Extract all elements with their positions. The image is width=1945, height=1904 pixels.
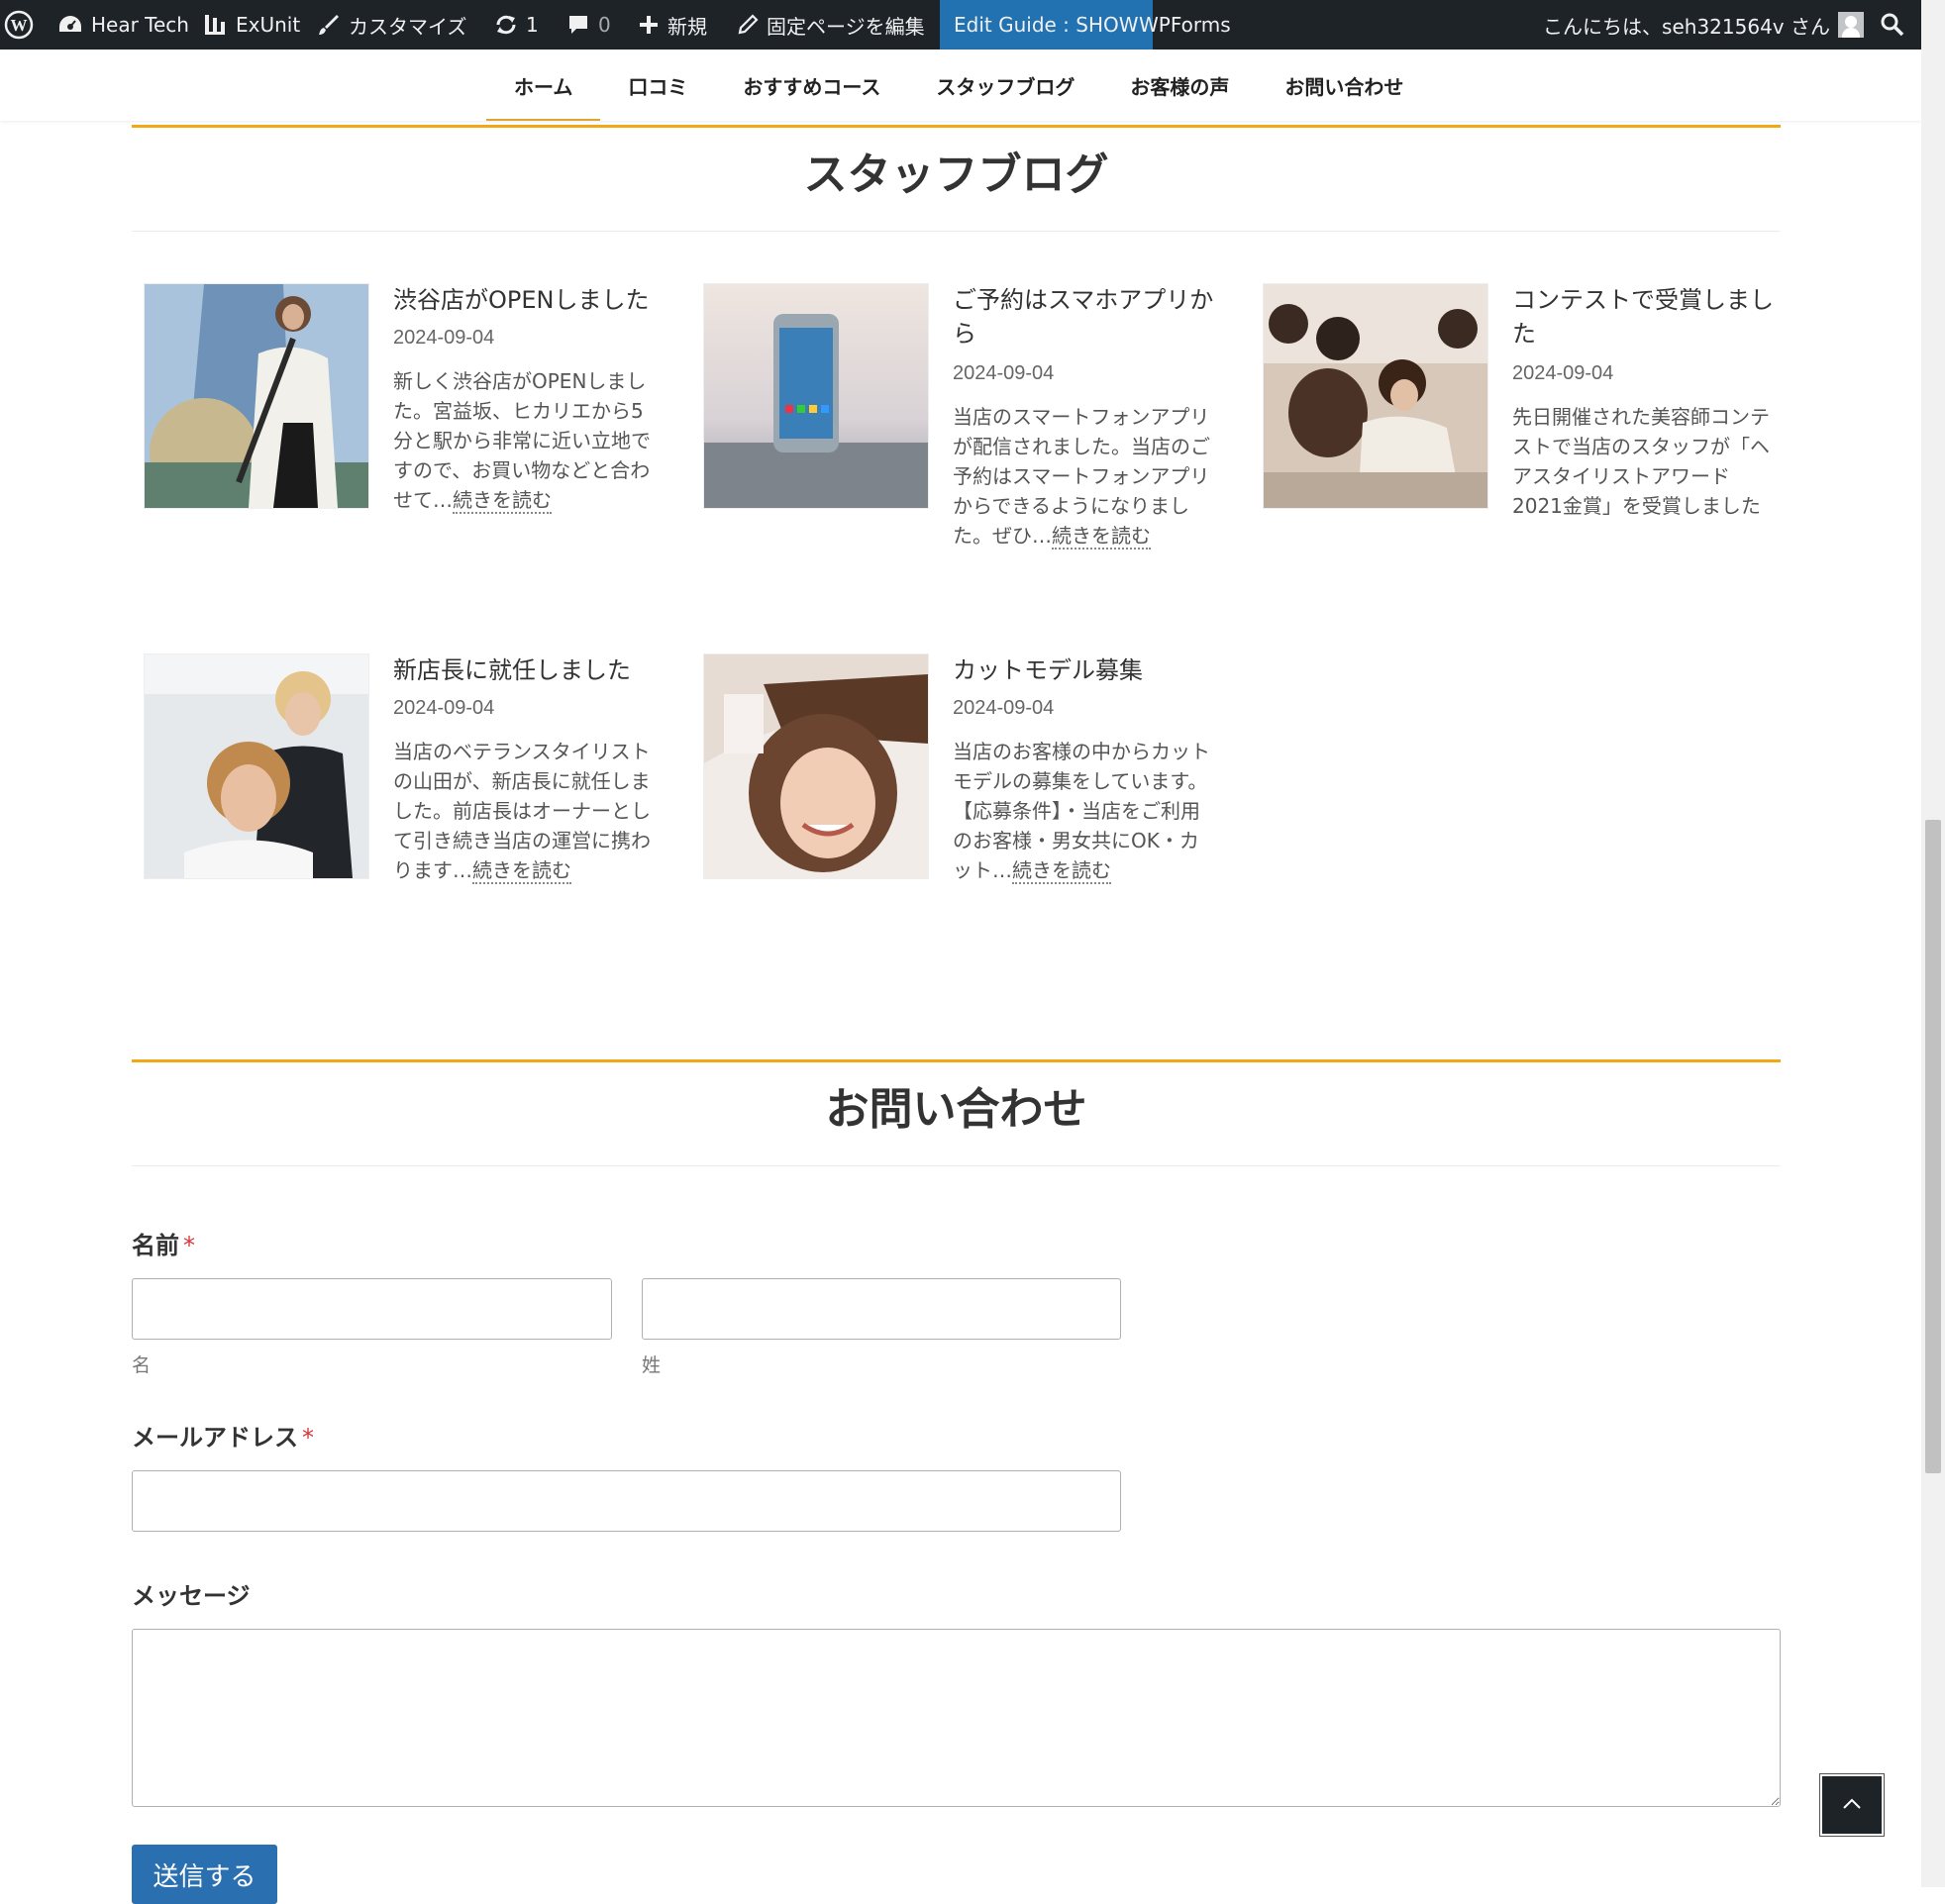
updates-link[interactable]: 1 bbox=[494, 0, 539, 50]
nav-item-staff-blog[interactable]: スタッフブログ bbox=[908, 50, 1102, 121]
email-input[interactable] bbox=[132, 1470, 1121, 1532]
post-title[interactable]: 新店長に就任しました bbox=[393, 653, 661, 687]
name-label-text: 名前 bbox=[132, 1232, 179, 1259]
new-label: 新規 bbox=[667, 14, 707, 39]
post-date: 2024-09-04 bbox=[953, 362, 1055, 384]
customize-label: カスタマイズ bbox=[349, 14, 467, 39]
page-scrollbar[interactable] bbox=[1921, 0, 1945, 1887]
exunit-icon bbox=[202, 12, 228, 38]
wpforms-label: WPForms bbox=[1139, 13, 1231, 37]
pencil-icon bbox=[737, 14, 759, 36]
staff-blog-section-header: スタッフブログ bbox=[132, 125, 1781, 232]
post-excerpt: 新しく渋谷店がOPENしました。宮益坂、ヒカリエから5分と駅から非常に近い立地で… bbox=[393, 366, 656, 515]
post-thumbnail[interactable] bbox=[703, 283, 929, 509]
last-name-sublabel: 姓 bbox=[642, 1354, 662, 1376]
post-thumbnail[interactable] bbox=[1263, 283, 1488, 509]
contact-section-header: お問い合わせ bbox=[132, 1059, 1781, 1166]
post-excerpt: 先日開催された美容師コンテストで当店のスタッフが「ヘアスタイリストアワード202… bbox=[1512, 405, 1770, 518]
email-label-text: メールアドレス bbox=[132, 1424, 298, 1452]
first-name-sublabel: 名 bbox=[132, 1354, 152, 1376]
last-name-input[interactable] bbox=[642, 1278, 1121, 1340]
nav-item-reviews[interactable]: 口コミ bbox=[600, 50, 715, 121]
post-title[interactable]: ご予約はスマホアプリから bbox=[953, 283, 1220, 351]
submit-button[interactable]: 送信する bbox=[132, 1845, 277, 1904]
new-content-menu[interactable]: 新規 bbox=[638, 0, 707, 50]
post-date: 2024-09-04 bbox=[1512, 362, 1614, 384]
contact-heading: お問い合わせ bbox=[825, 1084, 1087, 1135]
name-label: 名前 * bbox=[132, 1226, 195, 1260]
post-title[interactable]: カットモデル募集 bbox=[953, 653, 1220, 687]
site-name-label: Hear Tech bbox=[91, 13, 189, 37]
chevron-up-icon bbox=[1841, 1796, 1863, 1815]
edit-page-link[interactable]: 固定ページを編集 bbox=[737, 0, 925, 50]
greeting-label: こんにちは、seh321564v さん bbox=[1543, 14, 1830, 39]
blog-card[interactable]: ご予約はスマホアプリから 2024-09-04 当店のスマートフォンアプリが配信… bbox=[691, 283, 1226, 580]
updates-count: 1 bbox=[526, 13, 539, 37]
plus-icon bbox=[638, 14, 660, 36]
post-title[interactable]: コンテストで受賞しました bbox=[1512, 283, 1780, 351]
site-name-menu[interactable]: Hear Tech bbox=[57, 0, 189, 50]
post-date: 2024-09-04 bbox=[953, 697, 1055, 719]
post-excerpt: 当店のベテランスタイリストの山田が、新店長に就任しました。前店長はオーナーとして… bbox=[393, 737, 656, 885]
post-title[interactable]: 渋谷店がOPENしました bbox=[393, 283, 661, 317]
read-more-link[interactable]: 続きを読む bbox=[1052, 524, 1151, 550]
dashboard-icon bbox=[57, 14, 83, 36]
edit-guide-toggle[interactable]: Edit Guide : SHOW bbox=[940, 0, 1153, 50]
email-label: メールアドレス * bbox=[132, 1418, 314, 1453]
customize-link[interactable]: カスタマイズ bbox=[317, 0, 466, 50]
post-excerpt: 当店のお客様の中からカットモデルの募集をしています。【応募条件】・当店をご利用の… bbox=[953, 737, 1215, 885]
wp-logo-menu[interactable]: W bbox=[4, 0, 42, 50]
message-textarea[interactable] bbox=[132, 1629, 1781, 1807]
read-more-link[interactable]: 続きを読む bbox=[472, 858, 571, 884]
read-more-link[interactable]: 続きを読む bbox=[453, 488, 552, 514]
exunit-label: ExUnit bbox=[236, 13, 301, 37]
post-thumbnail[interactable] bbox=[144, 283, 369, 509]
global-nav: ホーム 口コミ おすすめコース スタッフブログ お客様の声 お問い合わせ bbox=[0, 50, 1921, 121]
comments-count: 0 bbox=[598, 13, 611, 37]
page-top-button[interactable] bbox=[1819, 1773, 1885, 1837]
wordpress-icon: W bbox=[4, 10, 34, 40]
refresh-icon bbox=[494, 13, 518, 37]
required-mark: * bbox=[302, 1424, 314, 1452]
post-date: 2024-09-04 bbox=[393, 697, 495, 719]
required-mark: * bbox=[183, 1232, 195, 1259]
comment-icon bbox=[566, 13, 590, 37]
admin-search-button[interactable] bbox=[1880, 0, 1913, 50]
nav-item-customer-voice[interactable]: お客様の声 bbox=[1102, 50, 1257, 121]
first-name-input[interactable] bbox=[132, 1278, 612, 1340]
admin-bar: W Hear Tech ExUnit カスタマイズ 1 0 新規 固定ページを編… bbox=[0, 0, 1921, 50]
svg-text:W: W bbox=[11, 16, 28, 35]
blog-card[interactable]: 新店長に就任しました 2024-09-04 当店のベテランスタイリストの山田が、… bbox=[132, 653, 666, 931]
blog-card[interactable]: カットモデル募集 2024-09-04 当店のお客様の中からカットモデルの募集を… bbox=[691, 653, 1226, 931]
wpforms-menu[interactable]: WPForms bbox=[1139, 0, 1231, 50]
my-account-menu[interactable]: こんにちは、seh321564v さん bbox=[1543, 0, 1864, 50]
nav-item-home[interactable]: ホーム bbox=[486, 50, 601, 121]
post-excerpt: 当店のスマートフォンアプリが配信されました。当店のご予約はスマートフォンアプリか… bbox=[953, 402, 1215, 551]
search-icon bbox=[1880, 12, 1905, 38]
read-more-link[interactable]: 続きを読む bbox=[1012, 858, 1111, 884]
comments-link[interactable]: 0 bbox=[566, 0, 611, 50]
brush-icon bbox=[317, 13, 341, 37]
exunit-menu[interactable]: ExUnit bbox=[202, 0, 300, 50]
post-date: 2024-09-04 bbox=[393, 327, 495, 349]
edit-page-label: 固定ページを編集 bbox=[767, 14, 925, 39]
blog-card[interactable]: コンテストで受賞しました 2024-09-04 先日開催された美容師コンテストで… bbox=[1251, 283, 1786, 560]
blog-card[interactable]: 渋谷店がOPENしました 2024-09-04 新しく渋谷店がOPENしました。… bbox=[132, 283, 666, 560]
edit-guide-label: Edit Guide : SHOW bbox=[954, 13, 1139, 37]
post-thumbnail[interactable] bbox=[703, 653, 929, 879]
staff-blog-heading: スタッフブログ bbox=[803, 150, 1109, 200]
scrollbar-thumb[interactable] bbox=[1925, 820, 1941, 1473]
nav-item-courses[interactable]: おすすめコース bbox=[715, 50, 908, 121]
nav-item-contact[interactable]: お問い合わせ bbox=[1257, 50, 1431, 121]
avatar bbox=[1838, 12, 1864, 38]
message-label: メッセージ bbox=[132, 1582, 251, 1610]
post-thumbnail[interactable] bbox=[144, 653, 369, 879]
